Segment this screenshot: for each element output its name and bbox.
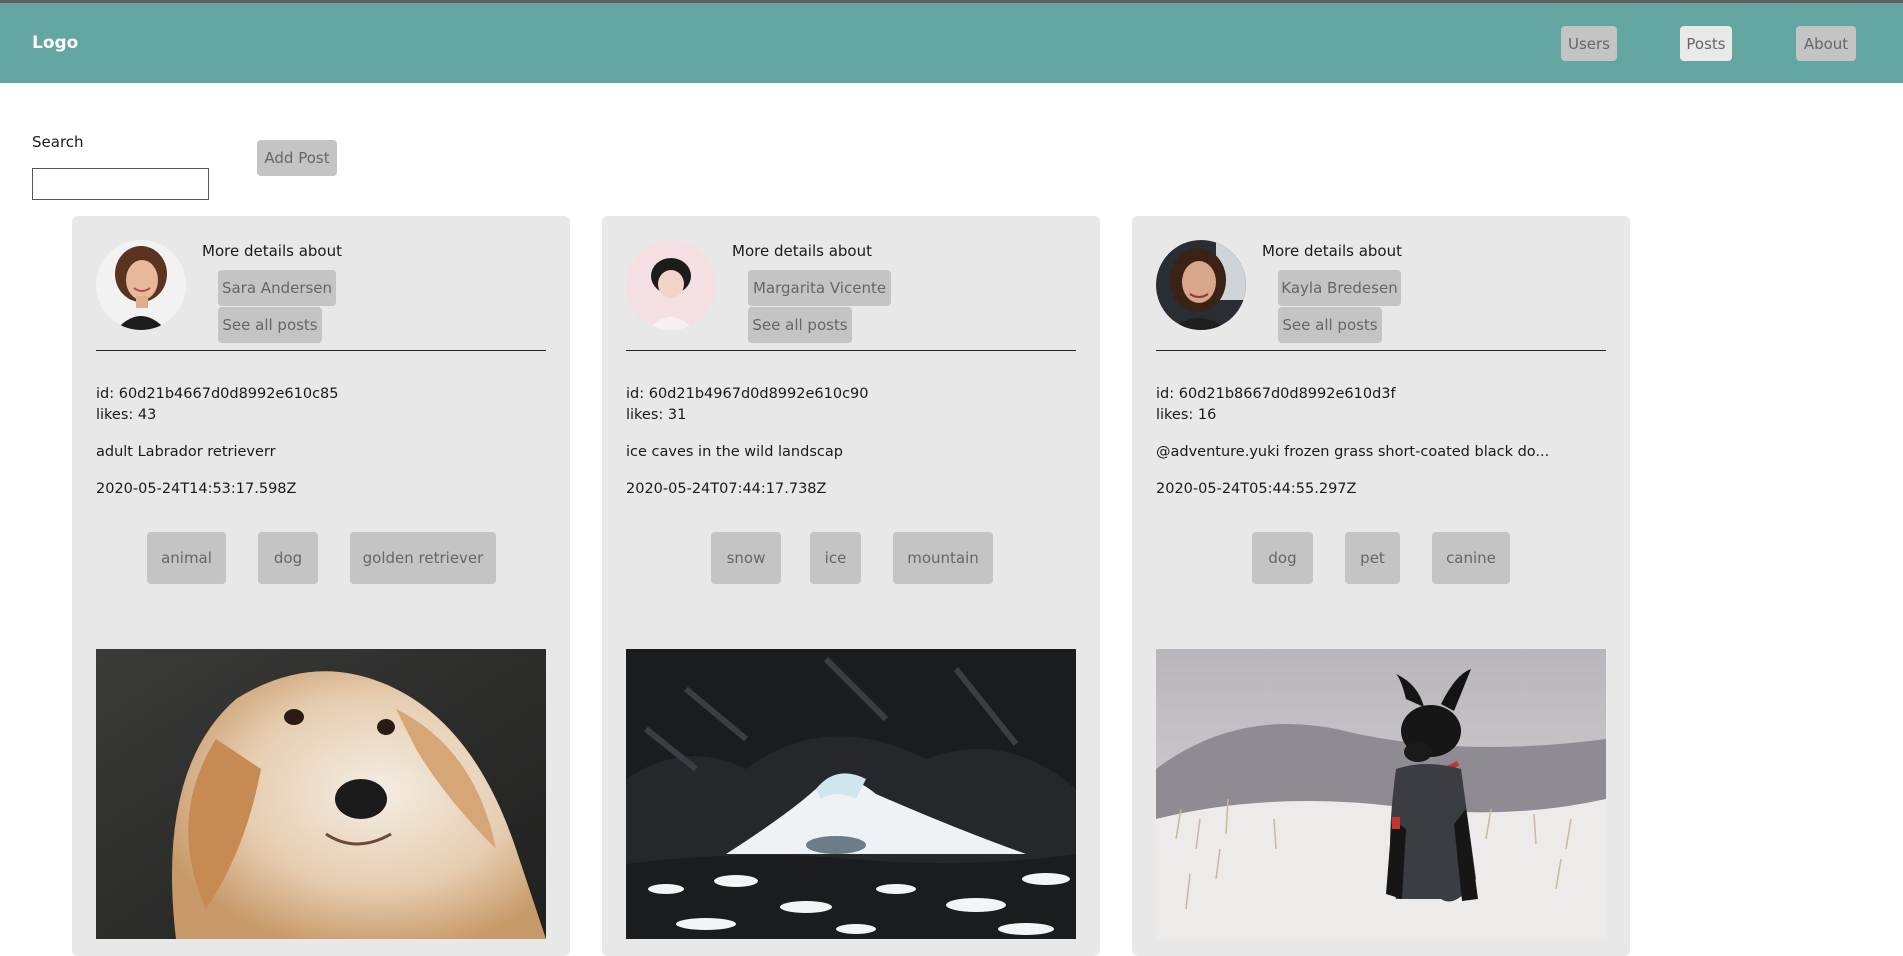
- avatar: [626, 240, 716, 330]
- divider: [626, 350, 1076, 351]
- tag-button[interactable]: pet: [1345, 532, 1400, 584]
- tag-button[interactable]: ice: [810, 532, 861, 584]
- post-card: More details about Kayla Bredesen See al…: [1132, 216, 1630, 956]
- post-date: 2020-05-24T05:44:55.297Z: [1156, 481, 1357, 497]
- logo[interactable]: Logo: [32, 33, 78, 53]
- post-image: [96, 649, 546, 939]
- post-card: More details about Sara Andersen See all…: [72, 216, 570, 956]
- see-all-posts-button[interactable]: See all posts: [1278, 307, 1382, 343]
- post-likes: likes: 16: [1156, 407, 1217, 423]
- nav-posts-button[interactable]: Posts: [1680, 26, 1732, 61]
- more-details-label: More details about: [732, 242, 872, 260]
- owner-button[interactable]: Margarita Vicente: [748, 270, 891, 306]
- post-id: id: 60d21b8667d0d8992e610d3f: [1156, 386, 1396, 402]
- owner-button[interactable]: Kayla Bredesen: [1278, 270, 1401, 306]
- post-card: More details about Margarita Vicente See…: [602, 216, 1100, 956]
- see-all-posts-button[interactable]: See all posts: [748, 307, 852, 343]
- tag-button[interactable]: dog: [258, 532, 318, 584]
- divider: [96, 350, 546, 351]
- avatar: [96, 240, 186, 330]
- tag-button[interactable]: canine: [1432, 532, 1510, 584]
- post-likes: likes: 43: [96, 407, 157, 423]
- owner-button[interactable]: Sara Andersen: [218, 270, 336, 306]
- post-image: [1156, 649, 1606, 939]
- post-id: id: 60d21b4667d0d8992e610c85: [96, 386, 339, 402]
- search-input[interactable]: [32, 168, 209, 200]
- navbar: Logo Users Posts About: [0, 3, 1903, 83]
- post-text: adult Labrador retrieverr: [96, 444, 276, 460]
- post-id: id: 60d21b4967d0d8992e610c90: [626, 386, 869, 402]
- post-likes: likes: 31: [626, 407, 687, 423]
- tag-list: snow ice mountain: [626, 532, 1076, 584]
- more-details-label: More details about: [202, 242, 342, 260]
- tag-button[interactable]: dog: [1252, 532, 1313, 584]
- divider: [1156, 350, 1606, 351]
- tag-list: animal dog golden retriever: [96, 532, 546, 584]
- tag-button[interactable]: snow: [711, 532, 781, 584]
- tag-button[interactable]: golden retriever: [350, 532, 496, 584]
- post-text: ice caves in the wild landscap: [626, 444, 843, 460]
- post-image: [626, 649, 1076, 939]
- post-date: 2020-05-24T07:44:17.738Z: [626, 481, 827, 497]
- add-post-button[interactable]: Add Post: [257, 140, 337, 176]
- nav-about-button[interactable]: About: [1796, 26, 1856, 61]
- nav-users-button[interactable]: Users: [1561, 26, 1617, 61]
- search-label: Search: [32, 133, 84, 151]
- post-text: @adventure.yuki frozen grass short-coate…: [1156, 444, 1550, 460]
- see-all-posts-button[interactable]: See all posts: [218, 307, 322, 343]
- avatar: [1156, 240, 1246, 330]
- post-date: 2020-05-24T14:53:17.598Z: [96, 481, 297, 497]
- tag-button[interactable]: animal: [147, 532, 226, 584]
- more-details-label: More details about: [1262, 242, 1402, 260]
- tag-list: dog pet canine: [1156, 532, 1606, 584]
- tag-button[interactable]: mountain: [893, 532, 993, 584]
